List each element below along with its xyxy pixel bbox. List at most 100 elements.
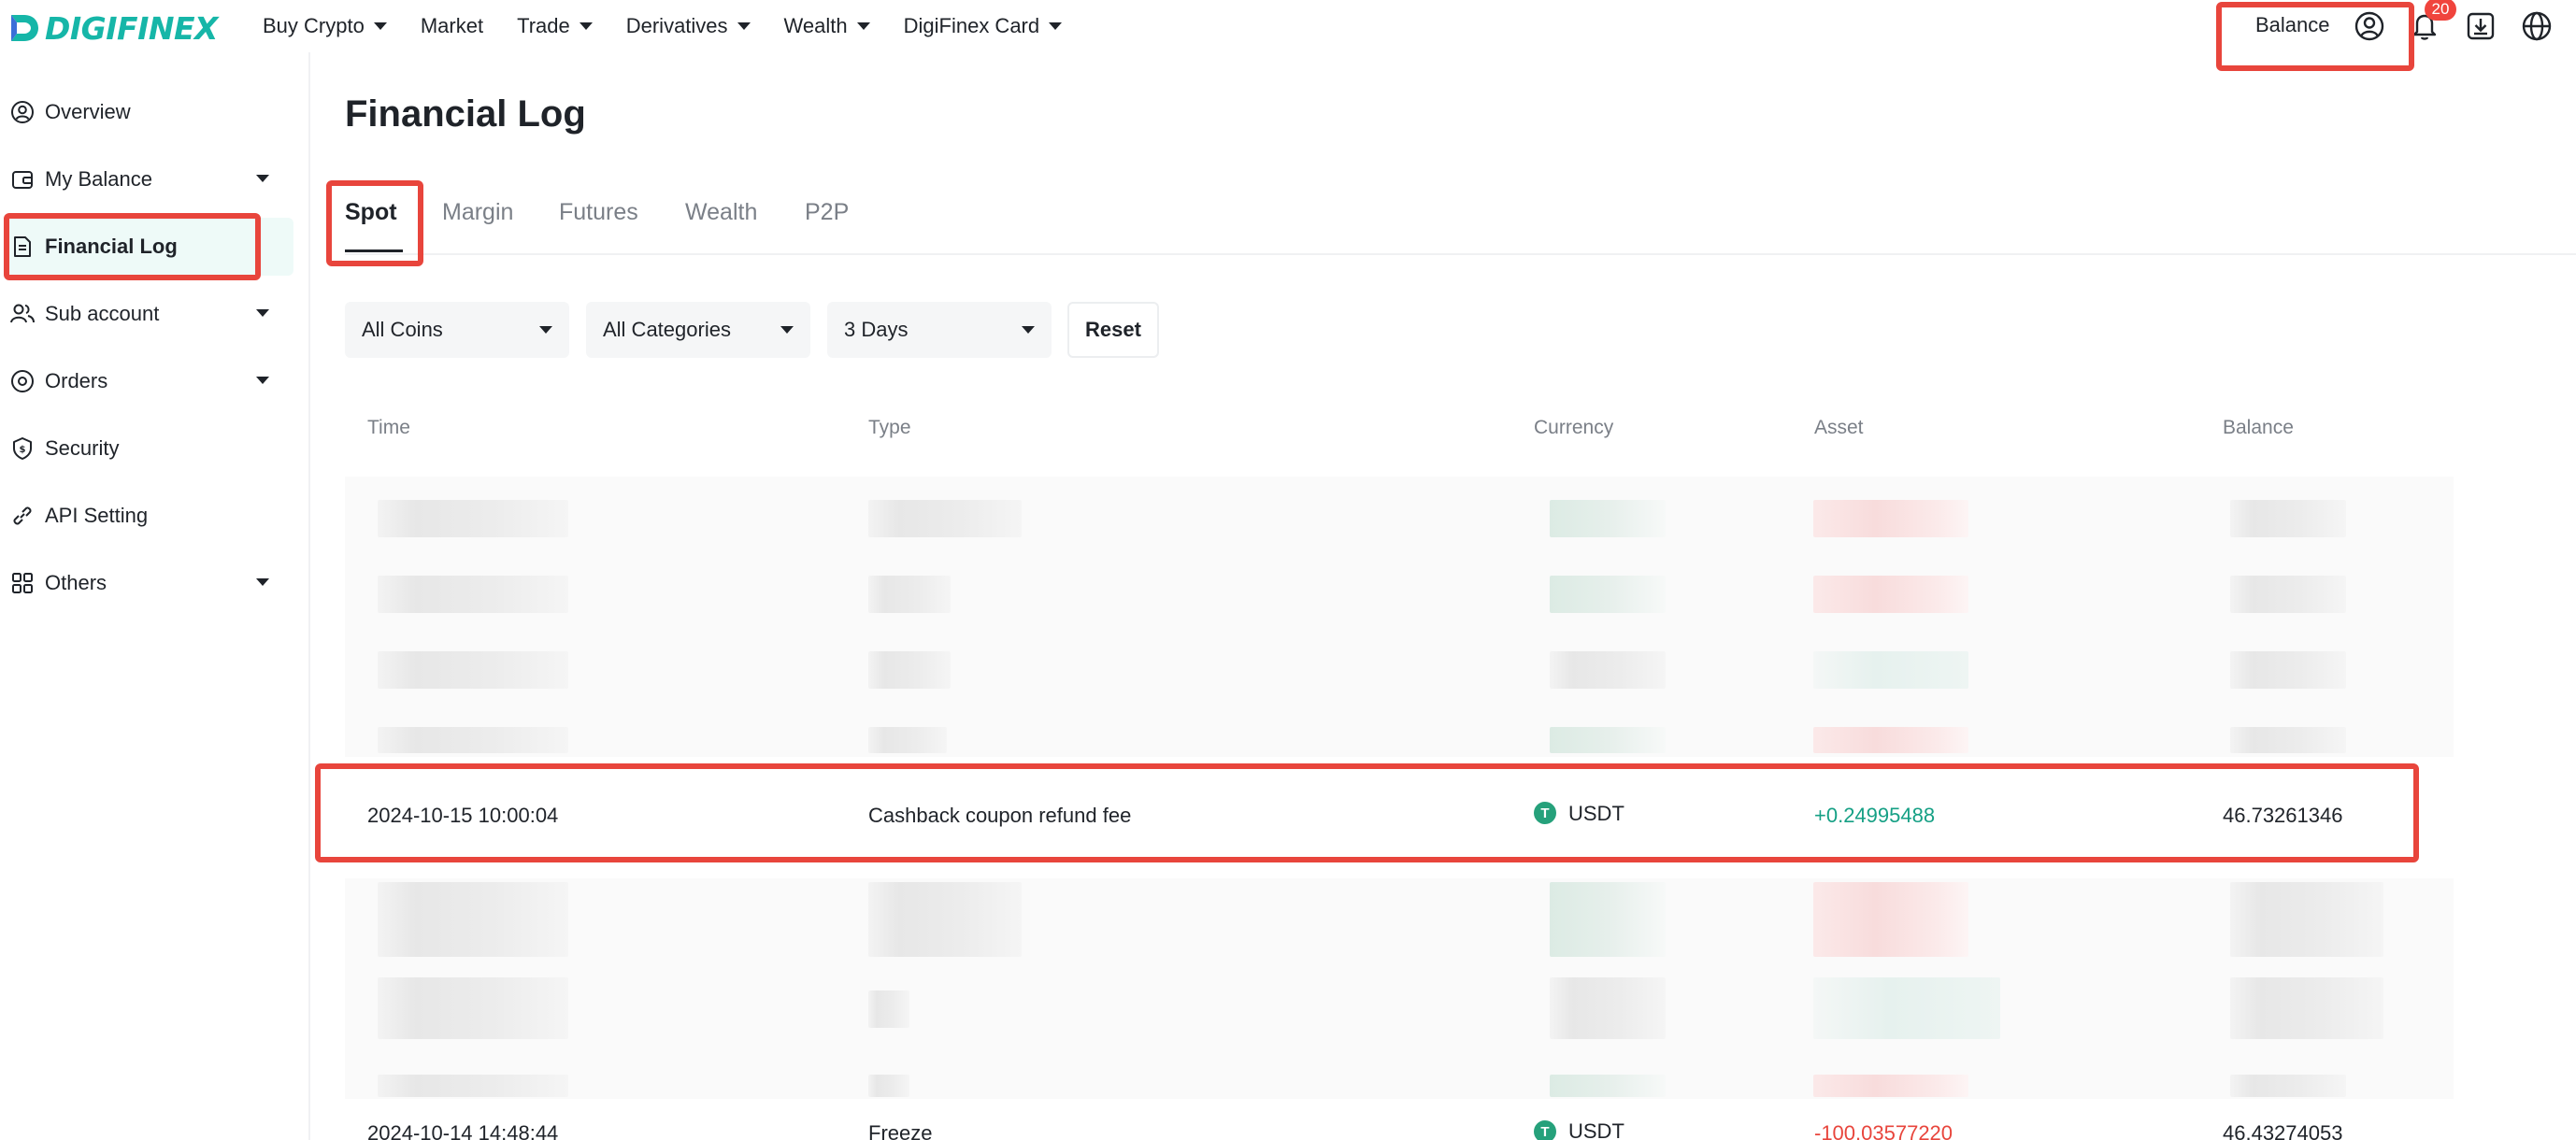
sidebar-item-orders[interactable]: Orders xyxy=(7,352,293,410)
wallet-icon xyxy=(9,166,36,192)
nav-market[interactable]: Market xyxy=(421,14,483,38)
sidebar-item-label: Financial Log xyxy=(45,235,178,258)
chevron-down-icon xyxy=(856,22,870,30)
blurred-cell xyxy=(1550,977,1666,1039)
blurred-cell xyxy=(378,576,568,613)
blurred-cell xyxy=(1550,576,1666,613)
blurred-cell xyxy=(378,651,568,689)
blurred-cell xyxy=(1813,576,1968,613)
sidebar-item-api-setting[interactable]: API Setting xyxy=(7,487,293,545)
chevron-down-icon xyxy=(256,578,269,586)
chevron-down-icon xyxy=(256,309,269,317)
nav-buy-crypto-label: Buy Crypto xyxy=(263,14,365,37)
coin-select-value: All Coins xyxy=(362,318,443,341)
blurred-rows-bottom xyxy=(345,878,2454,1099)
tab-p2p[interactable]: P2P xyxy=(805,199,849,226)
brand-name: DIGIFINEX xyxy=(45,9,218,47)
blurred-cell xyxy=(868,990,909,1028)
download-icon[interactable] xyxy=(2464,9,2497,43)
digifinex-logo-mark xyxy=(11,15,38,41)
nav-wealth-label: Wealth xyxy=(783,14,848,37)
blurred-cell xyxy=(868,1075,909,1097)
sidebar-item-sub-account[interactable]: Sub account xyxy=(7,285,293,343)
shield-icon: $ xyxy=(9,435,36,462)
nav-digifinex-card-label: DigiFinex Card xyxy=(903,14,1040,37)
coin-select[interactable]: All Coins xyxy=(345,302,569,358)
blurred-cell xyxy=(378,882,568,957)
sidebar-item-overview[interactable]: Overview xyxy=(7,83,293,141)
blurred-cell xyxy=(1550,1075,1666,1097)
nav-trade[interactable]: Trade xyxy=(517,14,593,38)
tab-margin[interactable]: Margin xyxy=(442,199,513,226)
chevron-down-icon xyxy=(579,22,593,30)
usdt-coin-icon: T xyxy=(1534,1120,1556,1140)
blurred-cell xyxy=(2230,727,2346,753)
digifinex-logo[interactable]: DIGIFINEX xyxy=(7,9,218,47)
blurred-rows-top xyxy=(345,477,2454,757)
category-select[interactable]: All Categories xyxy=(586,302,810,358)
sidebar-item-label: Orders xyxy=(45,369,108,392)
nav-wealth[interactable]: Wealth xyxy=(784,14,870,38)
document-icon xyxy=(9,234,36,260)
blurred-cell xyxy=(2230,977,2383,1039)
blurred-cell xyxy=(868,727,947,753)
user-circle-icon xyxy=(9,99,36,125)
category-select-value: All Categories xyxy=(603,318,731,341)
nav-derivatives[interactable]: Derivatives xyxy=(626,14,751,38)
usdt-coin-icon: T xyxy=(1534,802,1556,824)
chevron-down-icon xyxy=(780,326,794,334)
nav-buy-crypto[interactable]: Buy Crypto xyxy=(263,14,387,38)
chevron-down-icon xyxy=(539,326,552,334)
svg-text:$: $ xyxy=(20,445,26,455)
sidebar-item-security[interactable]: $ Security xyxy=(7,420,293,477)
blurred-cell xyxy=(868,651,951,689)
nav-trade-label: Trade xyxy=(517,14,570,37)
log-tabs: Spot Margin Futures Wealth P2P xyxy=(345,192,2576,255)
blurred-cell xyxy=(868,576,951,613)
blurred-cell xyxy=(2230,500,2346,537)
chevron-down-icon xyxy=(737,22,751,30)
main-menu: Buy Crypto Market Trade Derivatives Weal… xyxy=(263,0,1095,52)
row-asset: +0.24995488 xyxy=(1814,804,1936,827)
nav-market-label: Market xyxy=(420,14,484,37)
target-icon xyxy=(9,368,36,394)
column-header-currency: Currency xyxy=(1534,417,1614,438)
row-currency: USDT xyxy=(1568,802,1624,825)
notification-badge: 20 xyxy=(2425,0,2456,21)
row-type: Freeze xyxy=(868,1121,933,1140)
link-icon xyxy=(9,503,36,529)
sidebar-item-label: My Balance xyxy=(45,167,152,191)
blurred-cell xyxy=(1813,1075,1968,1097)
blurred-cell xyxy=(868,882,1022,957)
blurred-cell xyxy=(1550,500,1666,537)
user-icon[interactable] xyxy=(2353,9,2386,43)
period-select[interactable]: 3 Days xyxy=(827,302,1052,358)
sidebar-item-my-balance[interactable]: My Balance xyxy=(7,150,293,208)
sidebar-item-label: Others xyxy=(45,571,107,594)
blurred-cell xyxy=(378,500,568,537)
nav-digifinex-card[interactable]: DigiFinex Card xyxy=(904,14,1063,38)
active-tab-indicator xyxy=(345,249,403,252)
column-header-balance: Balance xyxy=(2223,417,2294,438)
top-navigation: DIGIFINEX Buy Crypto Market Trade Deriva… xyxy=(0,0,2576,52)
sidebar-item-label: Security xyxy=(45,436,120,460)
blurred-cell xyxy=(378,1075,568,1097)
blurred-cell xyxy=(378,977,568,1039)
row-type: Cashback coupon refund fee xyxy=(868,804,1132,827)
blurred-cell xyxy=(2230,882,2383,957)
globe-icon[interactable] xyxy=(2520,9,2554,43)
tab-wealth[interactable]: Wealth xyxy=(685,199,757,226)
chevron-down-icon xyxy=(1022,326,1035,334)
blurred-cell xyxy=(1550,727,1666,753)
blurred-cell xyxy=(868,500,1022,537)
tab-futures[interactable]: Futures xyxy=(559,199,638,226)
row-balance: 46.43274053 xyxy=(2223,1121,2343,1140)
balance-link[interactable]: Balance xyxy=(2255,13,2330,37)
blurred-cell xyxy=(2230,576,2346,613)
reset-button[interactable]: Reset xyxy=(1067,302,1159,358)
sidebar-item-others[interactable]: Others xyxy=(7,554,293,612)
blurred-cell xyxy=(1550,882,1666,957)
tab-spot[interactable]: Spot xyxy=(345,199,397,226)
sidebar-item-financial-log[interactable]: Financial Log xyxy=(7,218,293,276)
row-time: 2024-10-14 14:48:44 xyxy=(367,1121,559,1140)
